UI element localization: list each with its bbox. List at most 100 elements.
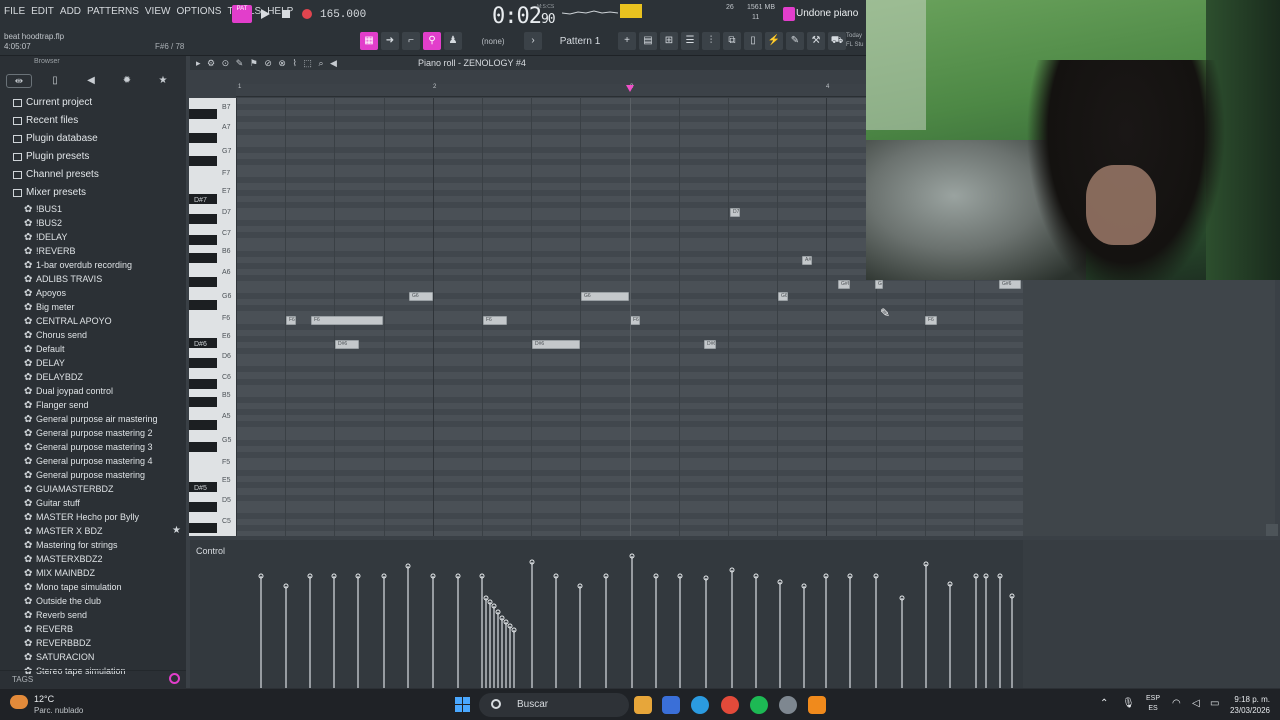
black-key[interactable] (189, 133, 217, 143)
link-icon[interactable]: ⚲ (423, 32, 441, 50)
star-icon[interactable]: ★ (172, 524, 181, 538)
preset-item[interactable]: ✿ Dual joypad control (0, 384, 186, 398)
tempo-display[interactable]: 165.000 (320, 9, 366, 21)
piano-note[interactable]: G6 (409, 292, 433, 301)
zoom-icon[interactable]: ⌕ (318, 58, 325, 68)
preset-item[interactable]: ✿ SATURACION (0, 650, 186, 664)
preset-item[interactable]: ✿ General purpose air mastering (0, 412, 186, 426)
black-key[interactable] (189, 442, 217, 452)
cart-icon[interactable]: ⛟ (828, 32, 846, 50)
weather-temperature[interactable]: 12°C (34, 694, 54, 704)
black-key[interactable] (189, 253, 217, 263)
preset-item[interactable]: ✿ !REVERB (0, 244, 186, 258)
preset-item[interactable]: ✿ MASTER X BDZ ★ (0, 524, 186, 538)
arrow-right-icon[interactable]: ➜ (381, 32, 399, 50)
brush-icon[interactable]: ✎ (786, 32, 804, 50)
menu-options[interactable]: OPTIONS (176, 6, 221, 17)
faders-icon[interactable]: ⫶ (702, 32, 720, 50)
black-key[interactable] (189, 420, 217, 430)
preset-item[interactable]: ✿ !BUS1 (0, 202, 186, 216)
fl-studio-icon[interactable] (808, 696, 826, 714)
scrollbar-corner[interactable] (1266, 524, 1278, 536)
browser-folder[interactable]: Plugin presets (0, 148, 186, 166)
piano-note[interactable]: G#6 (838, 280, 850, 289)
preset-item[interactable]: ✿ MASTER Hecho por Bylly (0, 510, 186, 524)
black-key[interactable] (189, 397, 217, 407)
black-key[interactable] (189, 300, 217, 310)
menu-view[interactable]: VIEW (145, 6, 171, 17)
piano-note[interactable]: F6 (311, 316, 383, 325)
playlist-icon[interactable]: ▤ (639, 32, 657, 50)
piano-roll-view-icon[interactable]: ▦ (360, 32, 378, 50)
preset-item[interactable]: ✿ 1-bar overdub recording (0, 258, 186, 272)
preset-item[interactable]: ✿ DELAYBDZ (0, 370, 186, 384)
play-icon[interactable] (258, 7, 272, 21)
pencil-icon[interactable]: ✎ (236, 58, 246, 68)
velocity-lanes[interactable] (236, 548, 1023, 688)
chevron-up-icon[interactable]: ⌃ (1100, 698, 1108, 709)
black-key[interactable] (189, 277, 217, 287)
battery-icon[interactable]: ▭ (1210, 698, 1219, 709)
preset-item[interactable]: ✿ General purpose mastering (0, 468, 186, 482)
black-key[interactable] (189, 156, 217, 166)
piano-note[interactable]: G6 (778, 292, 788, 301)
stamp-icon[interactable]: ♟ (444, 32, 462, 50)
weather-description[interactable]: Parc. nublado (34, 706, 83, 715)
channel-rack-icon[interactable]: ⊞ (660, 32, 678, 50)
taskbar-search[interactable]: Buscar (479, 693, 629, 717)
preset-item[interactable]: ✿ !BUS2 (0, 216, 186, 230)
wifi-icon[interactable]: ◠ (1172, 698, 1181, 709)
preset-item[interactable]: ✿ Reverb send (0, 608, 186, 622)
black-key[interactable] (189, 523, 217, 533)
piano-note[interactable]: F6 (925, 316, 937, 325)
plugin-icon[interactable]: ⧉ (723, 32, 741, 50)
paint-icon[interactable]: ⚑ (250, 58, 260, 68)
preset-item[interactable]: ✿ General purpose mastering 4 (0, 454, 186, 468)
preset-item[interactable]: ✿ MASTERXBDZ2 (0, 552, 186, 566)
preset-item[interactable]: ✿ Apoyos (0, 286, 186, 300)
preset-item[interactable]: ✿ ADLIBS TRAVIS (0, 272, 186, 286)
file-explorer-icon[interactable] (634, 696, 652, 714)
browser-folder[interactable]: Mixer presets (0, 184, 186, 202)
pattern-selector[interactable]: Pattern 1 (545, 36, 615, 47)
piano-note[interactable]: G#6 (999, 280, 1021, 289)
mute-icon[interactable]: ⊗ (278, 58, 288, 68)
preset-item[interactable]: ✿ !DELAY (0, 230, 186, 244)
starred-tab-icon[interactable]: ★ (150, 74, 176, 88)
menu-patterns[interactable]: PATTERNS (87, 6, 139, 17)
preset-item[interactable]: ✿ Flanger send (0, 398, 186, 412)
piano-note[interactable]: A#6 (802, 256, 812, 265)
browser-folder[interactable]: Recent files (0, 112, 186, 130)
mixer-icon[interactable]: ☰ (681, 32, 699, 50)
browser-folder[interactable]: Current project (0, 94, 186, 112)
preset-item[interactable]: ✿ General purpose mastering 2 (0, 426, 186, 440)
speaker-tab-icon[interactable]: ◀ (78, 74, 104, 88)
chrome-icon[interactable] (721, 696, 739, 714)
piano-note[interactable]: F6 (483, 316, 507, 325)
add-pattern-icon[interactable]: + (618, 32, 636, 50)
preset-item[interactable]: ✿ Mastering for strings (0, 538, 186, 552)
preset-item[interactable]: ✿ Chorus send (0, 328, 186, 342)
microphone-icon[interactable]: 🎙 (1122, 698, 1135, 709)
spotify-icon[interactable] (750, 696, 768, 714)
news-panel[interactable]: Today FL Stu (846, 32, 863, 50)
steam-icon[interactable] (779, 696, 797, 714)
piano-note[interactable]: D#6 (532, 340, 580, 349)
preset-item[interactable]: ✿ Outside the club (0, 594, 186, 608)
store-icon[interactable] (662, 696, 680, 714)
snap-icon[interactable]: ⌐ (402, 32, 420, 50)
preset-item[interactable]: ✿ CENTRAL APOYO (0, 314, 186, 328)
piano-note[interactable]: G (875, 280, 883, 289)
pattern-mode-button[interactable]: PAT (232, 5, 252, 23)
wrench-icon[interactable]: ⚒ (807, 32, 825, 50)
slice-icon[interactable]: ⌇ (292, 58, 298, 68)
timeline-ruler[interactable]: 1 2 3 4 (236, 84, 868, 97)
menu-edit[interactable]: EDIT (31, 6, 54, 17)
control-label[interactable]: Control (196, 546, 225, 556)
plug-icon[interactable]: ⚡ (765, 32, 783, 50)
black-key[interactable] (189, 214, 217, 224)
black-key[interactable] (189, 109, 217, 119)
edge-icon[interactable] (691, 696, 709, 714)
chevron-right-icon[interactable]: › (524, 32, 542, 50)
volume-icon[interactable]: ◁ (1192, 698, 1200, 709)
